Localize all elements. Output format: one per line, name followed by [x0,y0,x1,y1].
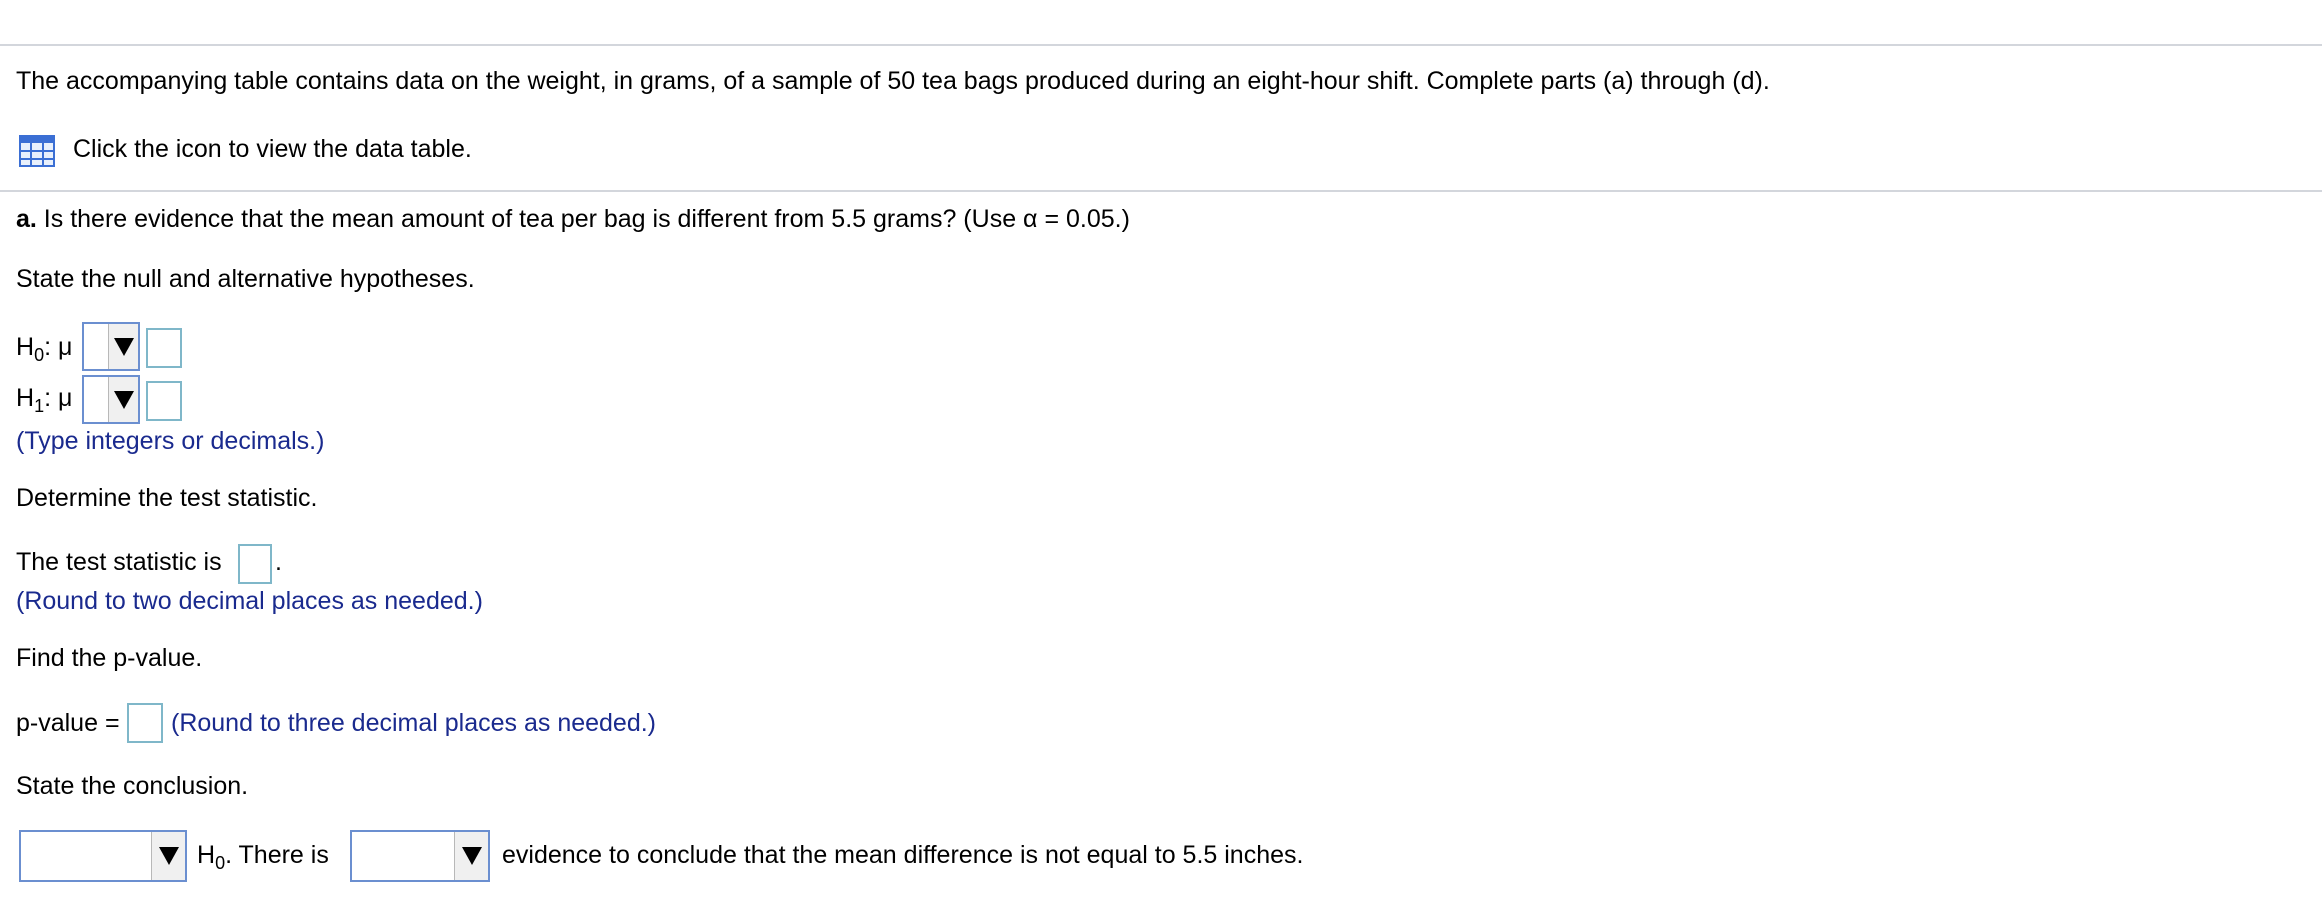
test-stat-prompt: Determine the test statistic. [16,484,318,512]
conclusion-end: evidence to conclude that the mean diffe… [502,841,1304,869]
h0-label: H0: μ [16,332,73,365]
conclusion-subscript: 0 [215,853,226,873]
conclusion-h: H [197,841,216,869]
dropdown-triangle-icon [151,832,185,880]
table-grid-icon[interactable] [19,135,55,167]
hypotheses-prompt: State the null and alternative hypothese… [16,265,475,293]
part-a-label: a. [16,205,37,233]
conclusion-decision-dropdown[interactable] [19,830,187,882]
h1-label: H1: μ [16,383,73,416]
h0-mu: : μ [44,333,73,361]
dropdown-triangle-icon [454,832,488,880]
h1-value-input[interactable] [146,381,182,421]
conclusion-prompt: State the conclusion. [16,772,249,800]
pvalue-input[interactable] [127,703,163,743]
dropdown-triangle-icon [108,377,138,422]
intro-text: The accompanying table contains data on … [16,67,1770,95]
dropdown-triangle-icon [108,324,138,369]
h1-h: H [16,384,35,412]
test-stat-hint: (Round to two decimal places as needed.) [16,587,483,615]
hypotheses-hint: (Type integers or decimals.) [16,427,325,455]
pvalue-hint: (Round to three decimal places as needed… [171,709,657,737]
h0-operator-dropdown[interactable] [82,322,140,371]
part-a-question: a. Is there evidence that the mean amoun… [16,204,1130,234]
conclusion-mid: . There is [225,841,329,869]
h1-operator-dropdown[interactable] [82,375,140,424]
test-stat-suffix: . [275,548,282,576]
h1-mu: : μ [44,384,73,412]
top-divider [0,44,2322,46]
conclusion-evidence-dropdown[interactable] [350,830,490,882]
h0-subscript: 0 [34,345,45,365]
h0-value-input[interactable] [146,328,182,368]
h1-subscript: 1 [34,396,45,416]
data-table-link[interactable]: Click the icon to view the data table. [73,134,472,164]
part-a-question-text: Is there evidence that the mean amount o… [36,205,1130,233]
pvalue-prefix: p-value = [16,709,120,737]
section-divider [0,190,2322,192]
h0-h: H [16,333,35,361]
test-stat-input[interactable] [238,544,272,584]
conclusion-h0: H0. There is [197,840,329,873]
test-stat-prefix: The test statistic is [16,548,222,576]
pvalue-prompt: Find the p-value. [16,644,203,672]
